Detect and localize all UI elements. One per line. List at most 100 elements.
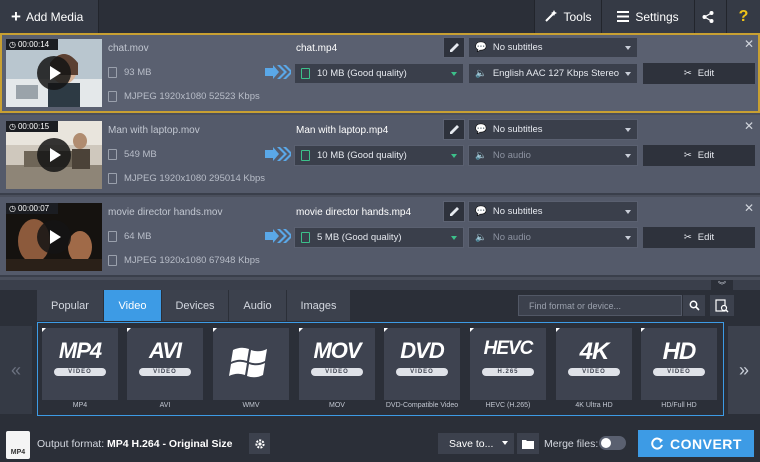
video-thumbnail[interactable]: ◷ 00:00:14 xyxy=(6,39,102,107)
format-label: AVI xyxy=(159,402,171,409)
output-size-dropdown[interactable]: 5 MB (Good quality) xyxy=(294,227,464,248)
format-label: MOV xyxy=(329,402,345,409)
rename-button[interactable] xyxy=(443,37,465,58)
tab-images[interactable]: Images xyxy=(287,290,351,321)
speech-bubble-icon: 💬 xyxy=(475,124,487,135)
output-size-value: 10 MB (Good quality) xyxy=(317,68,407,79)
subtitles-dropdown[interactable]: 💬 No subtitles xyxy=(468,37,638,58)
output-format: Output format: MP4 H.264 - Original Size xyxy=(37,438,233,450)
mp4-logo: MP4 xyxy=(58,338,102,363)
edit-button[interactable]: ✂ Edit xyxy=(643,227,755,248)
convert-arrow-icon xyxy=(265,229,291,243)
audio-dropdown[interactable]: 🔈 No audio xyxy=(468,145,638,166)
file-row[interactable]: ◷ 00:00:07 movie director hands.mov 64 MB… xyxy=(0,197,760,277)
source-size-label: 549 MB xyxy=(124,149,157,160)
format-tabs: Popular Video Devices Audio Images xyxy=(37,290,351,321)
source-size: 64 MB xyxy=(108,231,151,242)
file-icon xyxy=(108,231,117,242)
rename-button[interactable] xyxy=(443,201,465,222)
output-filename[interactable]: chat.mp4 xyxy=(296,43,337,54)
output-filename[interactable]: movie director hands.mp4 xyxy=(296,207,411,218)
open-folder-button[interactable] xyxy=(517,433,539,454)
remove-file-icon[interactable]: ✕ xyxy=(744,119,754,133)
format-pill: VIDEO xyxy=(54,368,106,376)
duration-label: 00:00:07 xyxy=(17,204,50,213)
play-icon[interactable] xyxy=(37,56,71,90)
video-thumbnail[interactable]: ◷ 00:00:07 xyxy=(6,203,102,271)
corner-marker xyxy=(556,328,560,332)
convert-button[interactable]: CONVERT xyxy=(638,430,754,457)
settings-button[interactable]: Settings xyxy=(601,0,694,33)
hamburger-icon xyxy=(617,11,630,22)
search-button[interactable] xyxy=(683,295,705,316)
edit-button[interactable]: ✂ Edit xyxy=(643,145,755,166)
output-format-icon: MP4 xyxy=(6,431,30,459)
rename-button[interactable] xyxy=(443,119,465,140)
corner-marker xyxy=(213,328,217,332)
tab-popular[interactable]: Popular xyxy=(37,290,104,321)
output-size-dropdown[interactable]: 10 MB (Good quality) xyxy=(294,145,464,166)
format-hd[interactable]: HD VIDEO xyxy=(641,328,717,400)
file-row[interactable]: ◷ 00:00:15 Man with laptop.mov 549 MB MJP… xyxy=(0,115,760,195)
audio-dropdown[interactable]: 🔈 No audio xyxy=(468,227,638,248)
format-pill: VIDEO xyxy=(396,368,448,376)
remove-file-icon[interactable]: ✕ xyxy=(744,37,754,51)
format-label: DVD-Compatible Video xyxy=(385,402,459,409)
corner-marker xyxy=(299,328,303,332)
format-settings-button[interactable] xyxy=(249,433,270,454)
duration-label: 00:00:14 xyxy=(17,40,50,49)
tab-video[interactable]: Video xyxy=(104,290,162,321)
scroll-right-button[interactable]: » xyxy=(728,326,760,414)
output-filename[interactable]: Man with laptop.mp4 xyxy=(296,125,388,136)
speech-bubble-icon: 💬 xyxy=(475,206,487,217)
subtitles-value: No subtitles xyxy=(492,206,543,217)
audio-value: No audio xyxy=(492,232,531,243)
save-to-dropdown[interactable]: Save to... xyxy=(438,433,514,454)
file-list: ◷ 00:00:14 chat.mov 93 MB MJPEG 1920x1080… xyxy=(0,33,760,280)
remove-file-icon[interactable]: ✕ xyxy=(744,201,754,215)
quality-file-icon xyxy=(301,150,310,161)
subtitles-value: No subtitles xyxy=(492,42,543,53)
add-media-button[interactable]: + Add Media xyxy=(0,0,99,33)
video-thumbnail[interactable]: ◷ 00:00:15 xyxy=(6,121,102,189)
output-format-label: Output format: xyxy=(37,438,105,450)
detect-device-button[interactable] xyxy=(710,295,734,316)
format-pill: VIDEO xyxy=(568,368,620,376)
subtitles-dropdown[interactable]: 💬 No subtitles xyxy=(468,201,638,222)
format-wmv[interactable] xyxy=(213,328,289,400)
corner-marker xyxy=(127,328,131,332)
audio-dropdown[interactable]: 🔈 English AAC 127 Kbps Stereo xyxy=(468,63,638,84)
speaker-muted-icon: 🔈 xyxy=(475,232,487,243)
tab-audio[interactable]: Audio xyxy=(229,290,287,321)
format-label: MP4 xyxy=(72,402,88,409)
file-icon xyxy=(108,149,117,160)
format-search-input[interactable]: Find format or device... xyxy=(518,295,682,316)
share-button[interactable] xyxy=(694,0,726,33)
tools-button[interactable]: Tools xyxy=(534,0,601,33)
collapse-panel-icon[interactable]: ︾ xyxy=(711,280,733,290)
format-mov[interactable]: MOV VIDEO xyxy=(299,328,375,400)
format-avi[interactable]: AVI VIDEO xyxy=(127,328,203,400)
edit-button[interactable]: ✂ Edit xyxy=(643,63,755,84)
top-toolbar: + Add Media Tools Settings ? xyxy=(0,0,760,33)
format-mp4[interactable]: MP4 VIDEO xyxy=(42,328,118,400)
chevron-down-icon xyxy=(451,154,457,158)
edit-label: Edit xyxy=(697,68,715,79)
format-dvd[interactable]: DVD VIDEO xyxy=(384,328,460,400)
output-size-dropdown[interactable]: 10 MB (Good quality) xyxy=(294,63,464,84)
source-meta-label: MJPEG 1920x1080 52523 Kbps xyxy=(124,91,260,102)
avi-logo: AVI xyxy=(148,338,182,363)
format-pill: VIDEO xyxy=(311,368,363,376)
play-icon[interactable] xyxy=(37,220,71,254)
play-icon[interactable] xyxy=(37,138,71,172)
scroll-left-button[interactable]: « xyxy=(0,326,32,414)
format-4k[interactable]: 4K VIDEO xyxy=(556,328,632,400)
help-button[interactable]: ? xyxy=(726,0,760,33)
file-row[interactable]: ◷ 00:00:14 chat.mov 93 MB MJPEG 1920x1080… xyxy=(0,33,760,113)
merge-files-toggle[interactable] xyxy=(599,436,626,450)
gear-icon xyxy=(254,438,265,449)
subtitles-dropdown[interactable]: 💬 No subtitles xyxy=(468,119,638,140)
plus-icon: + xyxy=(11,7,21,26)
format-hevc[interactable]: HEVC H.265 xyxy=(470,328,546,400)
tab-devices[interactable]: Devices xyxy=(162,290,229,321)
